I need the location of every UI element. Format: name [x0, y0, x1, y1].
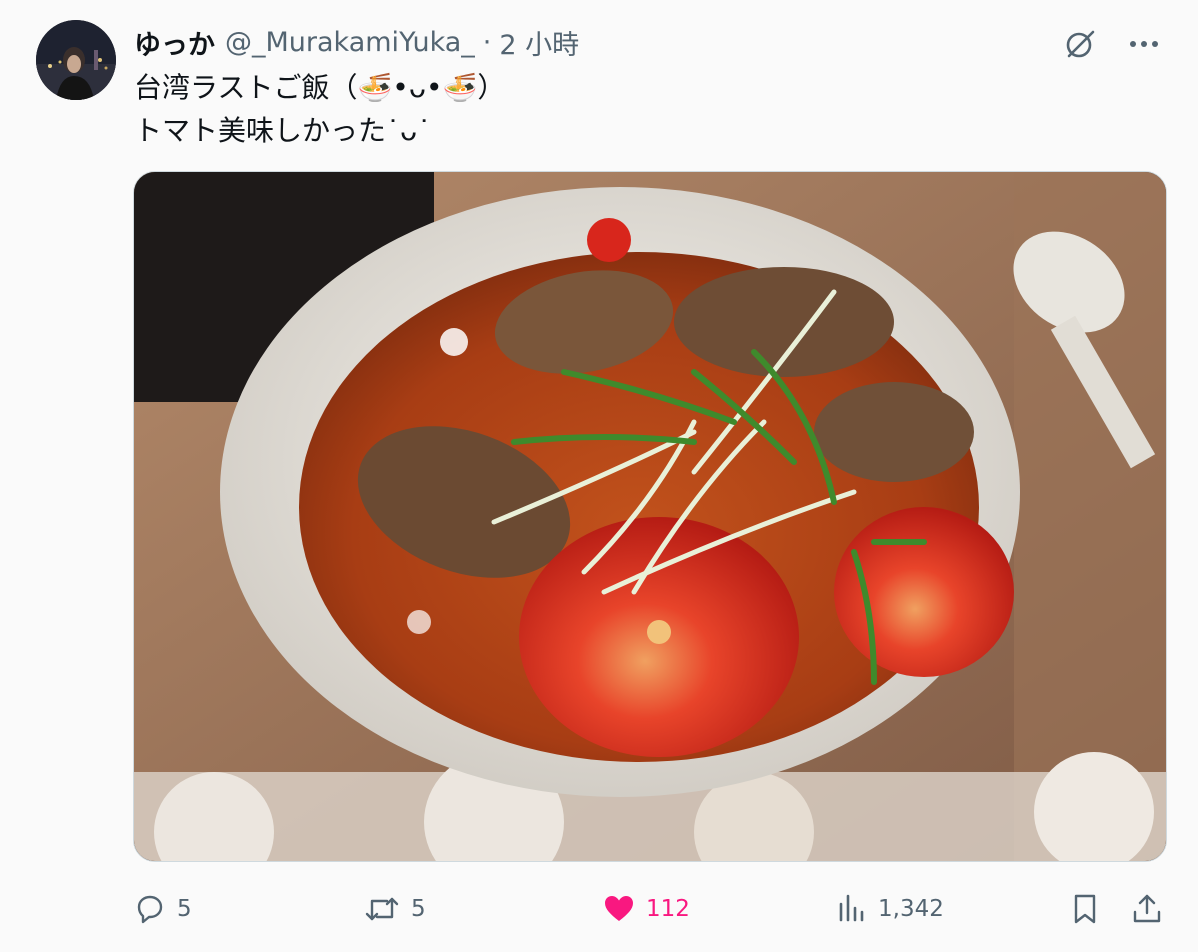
views-icon	[839, 894, 864, 922]
avatar[interactable]	[36, 20, 116, 100]
retweet-button[interactable]: 5	[363, 887, 426, 931]
like-button[interactable]: 112	[602, 887, 690, 931]
avatar-photo	[36, 20, 116, 100]
heart-icon	[605, 896, 633, 921]
tweet-text-line: トマト美味しかった˙ᴗ˙	[134, 114, 432, 147]
bookmark-button[interactable]	[1068, 887, 1102, 931]
retweet-icon	[365, 897, 399, 921]
tweet-header: ゆっか @_MurakamiYuka_ · 2 小時	[134, 22, 579, 62]
like-count: 112	[646, 896, 690, 922]
share-icon	[1133, 894, 1161, 923]
more-icon[interactable]	[1124, 24, 1164, 64]
top-actions	[1060, 24, 1164, 64]
bookmark-icon	[1074, 894, 1096, 924]
tweet-text-line: 台湾ラストご飯（🍜•ᴗ•🍜）	[134, 71, 506, 104]
retweet-count: 5	[411, 896, 426, 922]
tweet: ゆっか @_MurakamiYuka_ · 2 小時 台湾ラストご飯（🍜•ᴗ•🍜…	[0, 0, 1198, 952]
share-button[interactable]	[1130, 887, 1164, 931]
photo-tomato-beef-noodle-soup	[134, 172, 1166, 861]
views-button[interactable]: 1,342	[836, 887, 944, 931]
reply-count: 5	[177, 896, 192, 922]
grok-icon[interactable]	[1060, 24, 1100, 64]
tweet-photo[interactable]	[133, 171, 1167, 862]
views-count: 1,342	[878, 896, 944, 922]
timestamp[interactable]: 2 小時	[499, 23, 579, 62]
display-name[interactable]: ゆっか	[134, 23, 215, 62]
tweet-actions: 5 5 112 1,342	[0, 887, 1198, 931]
reply-icon	[137, 895, 163, 924]
reply-button[interactable]: 5	[133, 887, 192, 931]
separator: ·	[482, 26, 492, 58]
user-handle[interactable]: @_MurakamiYuka_	[225, 27, 475, 58]
tweet-text: 台湾ラストご飯（🍜•ᴗ•🍜） トマト美味しかった˙ᴗ˙	[134, 66, 505, 152]
